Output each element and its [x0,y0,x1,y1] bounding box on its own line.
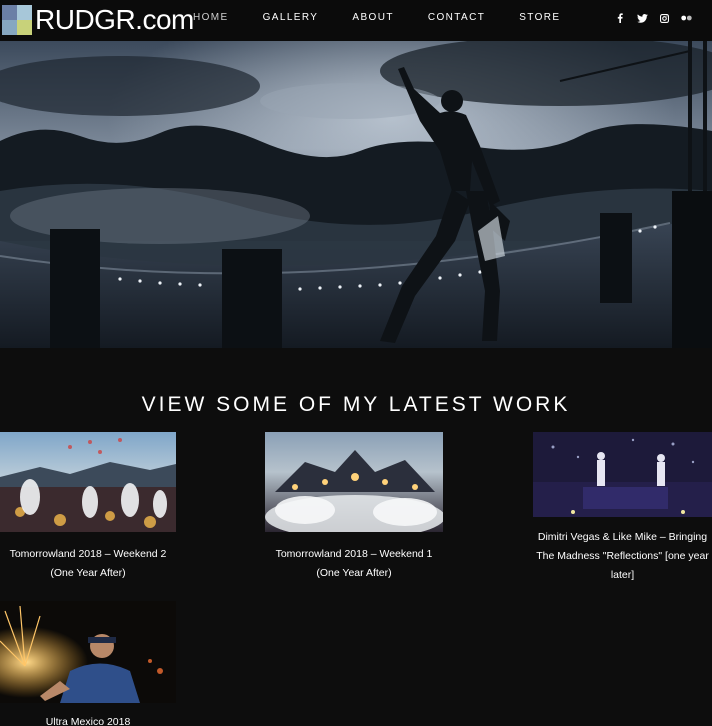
social-links [604,12,692,24]
post-card[interactable] [0,432,176,532]
twitter-icon[interactable] [636,12,648,24]
post-title[interactable]: Ultra Mexico 2018 [0,713,176,726]
top-navigation: RUDGR.com HOME GALLERY ABOUT CONTACT STO… [0,0,712,41]
post-card[interactable] [533,432,712,517]
nav-home[interactable]: HOME [193,12,229,23]
post-card[interactable] [265,432,443,532]
instagram-icon[interactable] [658,12,670,24]
logo-text: RUDGR.com [35,4,194,35]
flickr-icon[interactable] [680,12,692,24]
nav-store[interactable]: STORE [519,12,560,23]
post-title[interactable]: Dimitri Vegas & Like Mike – Bringing The… [533,528,712,585]
nav-gallery[interactable]: GALLERY [263,12,319,23]
post-thumbnail [533,432,712,517]
hero-image [0,41,712,348]
post-thumbnail [0,601,176,703]
section-title: VIEW SOME OF MY LATEST WORK [141,393,571,416]
post-title[interactable]: Tomorrowland 2018 – Weekend 2 (One Year … [0,545,176,583]
post-thumbnail [0,432,176,532]
post-title[interactable]: Tomorrowland 2018 – Weekend 1 (One Year … [265,545,443,583]
site-logo[interactable]: RUDGR.com [2,4,194,36]
nav-contact[interactable]: CONTACT [428,12,485,23]
main-menu: HOME GALLERY ABOUT CONTACT STORE [193,12,595,23]
post-card[interactable] [0,601,176,703]
facebook-icon[interactable] [614,12,626,24]
logo-mark-icon [2,5,32,35]
post-thumbnail [265,432,443,532]
nav-about[interactable]: ABOUT [352,12,393,23]
